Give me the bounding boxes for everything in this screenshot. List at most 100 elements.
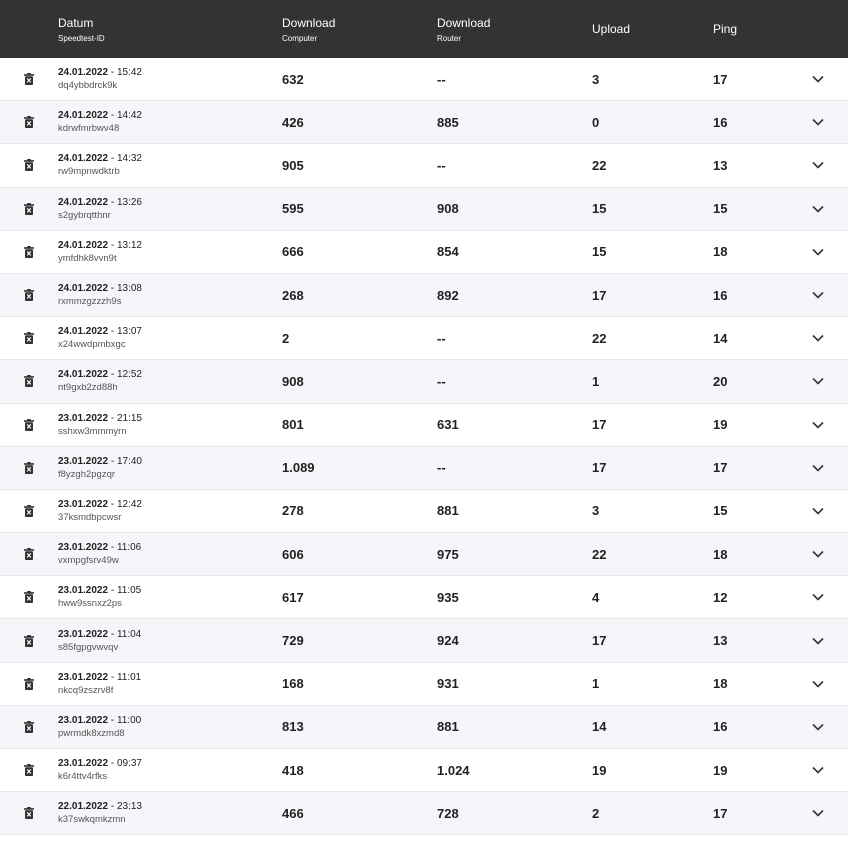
chevron-down-icon[interactable] — [808, 663, 828, 705]
trash-icon[interactable] — [20, 447, 38, 489]
trash-icon[interactable] — [20, 663, 38, 705]
header-date-label: Datum — [58, 15, 94, 30]
chevron-down-icon[interactable] — [808, 576, 828, 618]
upload-value: 22 — [592, 546, 607, 562]
table-row[interactable]: 23.01.2022 - 11:04 s85fgpgvwvqv 729 924 … — [0, 619, 848, 663]
table-row[interactable]: 23.01.2022 - 11:05 hww9ssnxz2ps 617 935 … — [0, 576, 848, 620]
upload-value: 22 — [592, 330, 607, 346]
chevron-down-icon[interactable] — [808, 706, 828, 748]
date-cell: 23.01.2022 - 12:42 37ksmdbpcwsr — [58, 490, 142, 532]
header-download-router[interactable]: Download Router — [437, 0, 490, 58]
table-row[interactable]: 24.01.2022 - 13:26 s2gybrqtthnr 595 908 … — [0, 187, 848, 231]
trash-icon[interactable] — [20, 490, 38, 532]
chevron-down-icon[interactable] — [808, 792, 828, 834]
date: 23.01.2022 — [58, 542, 109, 554]
chevron-down-icon[interactable] — [808, 360, 828, 402]
download-computer-value: 666 — [282, 244, 304, 260]
ping-value: 12 — [713, 589, 728, 605]
table-row[interactable]: 23.01.2022 - 11:00 pwrmdk8xzmd8 813 881 … — [0, 705, 848, 749]
trash-icon[interactable] — [20, 749, 38, 791]
trash-icon[interactable] — [20, 101, 38, 143]
trash-icon[interactable] — [20, 706, 38, 748]
table-row[interactable]: 24.01.2022 - 15:42 dq4ybbdrck9k 632 -- 3… — [0, 58, 848, 102]
chevron-down-icon[interactable] — [808, 58, 828, 100]
trash-icon[interactable] — [20, 317, 38, 359]
chevron-down-icon[interactable] — [808, 533, 828, 575]
time: 13:07 — [116, 326, 142, 338]
table-row[interactable]: 22.01.2022 - 23:13 k37swkqmkzmn 466 728 … — [0, 792, 848, 836]
table-row[interactable]: 24.01.2022 - 13:08 rxmmzgzzzh9s 268 892 … — [0, 273, 848, 318]
chevron-down-icon[interactable] — [808, 749, 828, 791]
ping-value: 18 — [713, 546, 728, 562]
trash-icon[interactable] — [20, 144, 38, 186]
date: 22.01.2022 — [58, 801, 109, 813]
speedtest-id: pwrmdk8xzmd8 — [58, 727, 125, 739]
download-computer-value: 801 — [282, 417, 304, 433]
time: 14:42 — [116, 110, 142, 122]
trash-icon[interactable] — [20, 619, 38, 661]
trash-icon[interactable] — [20, 231, 38, 273]
ping-value: 16 — [713, 287, 728, 303]
table-row[interactable]: 23.01.2022 - 11:01 nkcq9zszrv8f 168 931 … — [0, 662, 848, 706]
chevron-down-icon[interactable] — [808, 144, 828, 186]
chevron-down-icon[interactable] — [808, 101, 828, 143]
header-ping[interactable]: Ping — [713, 0, 737, 58]
date-separator: - — [108, 239, 117, 251]
time: 15:42 — [116, 67, 142, 79]
chevron-down-icon[interactable] — [808, 231, 828, 273]
header-date[interactable]: Datum Speedtest-ID — [58, 0, 105, 58]
trash-icon[interactable] — [20, 792, 38, 834]
table-row[interactable]: 24.01.2022 - 12:52 nt9gxb2zd88h 908 -- 1… — [0, 360, 848, 404]
date-time: 23.01.2022 - 21:15 — [58, 413, 142, 424]
download-router-value: 881 — [437, 503, 459, 519]
chevron-down-icon[interactable] — [808, 490, 828, 532]
chevron-down-icon[interactable] — [808, 447, 828, 489]
date: 24.01.2022 — [58, 110, 109, 122]
table-row[interactable]: 23.01.2022 - 17:40 f8yzgh2pgzqr 1.089 --… — [0, 446, 848, 490]
chevron-down-icon[interactable] — [808, 404, 828, 446]
trash-icon[interactable] — [20, 58, 38, 100]
table-row[interactable]: 23.01.2022 - 09:37 k6r4ttv4rfks 418 1.02… — [0, 749, 848, 793]
table-row[interactable]: 24.01.2022 - 13:07 x24wwdpmbxgc 2 -- 22 … — [0, 317, 848, 361]
trash-icon[interactable] — [20, 576, 38, 618]
ping-value: 14 — [713, 330, 728, 346]
chevron-down-icon[interactable] — [808, 317, 828, 359]
trash-icon[interactable] — [20, 360, 38, 402]
date: 24.01.2022 — [58, 369, 109, 381]
date-cell: 23.01.2022 - 11:06 vxmpgfsrv49w — [58, 533, 141, 575]
download-router-value: 931 — [437, 676, 459, 692]
speedtest-id: vxmpgfsrv49w — [58, 555, 119, 567]
chevron-down-icon[interactable] — [808, 188, 828, 230]
upload-value: 15 — [592, 244, 607, 260]
table-row[interactable]: 24.01.2022 - 14:32 rw9mpnwdktrb 905 -- 2… — [0, 144, 848, 188]
date-cell: 22.01.2022 - 23:13 k37swkqmkzmn — [58, 792, 142, 834]
download-router-value: -- — [437, 460, 446, 476]
chevron-down-icon[interactable] — [808, 274, 828, 316]
table-row[interactable]: 23.01.2022 - 12:42 37ksmdbpcwsr 278 881 … — [0, 489, 848, 534]
speedtest-id: s85fgpgvwvqv — [58, 641, 119, 653]
trash-icon[interactable] — [20, 188, 38, 230]
date-separator: - — [108, 283, 117, 295]
trash-icon[interactable] — [20, 533, 38, 575]
download-router-value: 935 — [437, 589, 459, 605]
download-computer-value: 426 — [282, 114, 304, 130]
download-computer-value: 278 — [282, 503, 304, 519]
download-router-value: 885 — [437, 114, 459, 130]
speedtest-id: ymfdhk8vvn9t — [58, 252, 117, 264]
trash-icon[interactable] — [20, 274, 38, 316]
header-download-computer[interactable]: Download Computer — [282, 0, 335, 58]
chevron-down-icon[interactable] — [808, 619, 828, 661]
header-upload[interactable]: Upload — [592, 0, 630, 58]
download-computer-value: 466 — [282, 805, 304, 821]
ping-value: 16 — [713, 719, 728, 735]
time: 21:15 — [116, 412, 142, 424]
download-router-value: -- — [437, 157, 446, 173]
trash-icon[interactable] — [20, 404, 38, 446]
date-separator: - — [108, 153, 117, 165]
table-row[interactable]: 24.01.2022 - 13:12 ymfdhk8vvn9t 666 854 … — [0, 230, 848, 274]
date-time: 24.01.2022 - 13:07 — [58, 326, 142, 337]
table-row[interactable]: 23.01.2022 - 21:15 sshxw3mmmyrn 801 631 … — [0, 403, 848, 447]
table-row[interactable]: 24.01.2022 - 14:42 kdrwfmrbwv48 426 885 … — [0, 101, 848, 145]
time: 11:01 — [116, 671, 142, 683]
table-row[interactable]: 23.01.2022 - 11:06 vxmpgfsrv49w 606 975 … — [0, 533, 848, 577]
